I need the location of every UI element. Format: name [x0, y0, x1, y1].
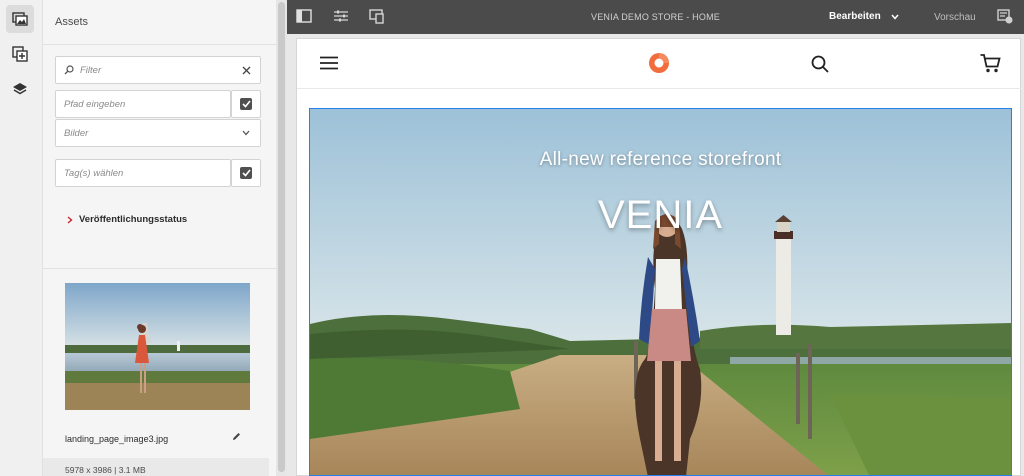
publish-status-label: Veröffentlichungsstatus	[79, 214, 188, 225]
page-title: VENIA DEMO STORE - HOME	[591, 12, 720, 22]
tags-browse-button[interactable]	[231, 159, 261, 187]
asset-name: landing_page_image3.jpg	[65, 434, 169, 444]
assets-panel: Assets Filter Pfad eingeben Bilder Tag(s…	[43, 0, 277, 476]
editor-toolbar: VENIA DEMO STORE - HOME Bearbeiten Vorsc…	[287, 0, 1024, 34]
divider	[43, 44, 277, 45]
checkbox-icon	[240, 98, 252, 110]
annotations-icon[interactable]	[997, 9, 1013, 27]
close-icon[interactable]	[242, 66, 251, 75]
cart-icon[interactable]	[980, 54, 1001, 76]
divider	[43, 268, 277, 269]
panel-title: Assets	[55, 16, 89, 28]
checkbox-icon	[240, 167, 252, 179]
chevron-down-icon	[891, 14, 899, 20]
asset-thumbnail[interactable]	[65, 283, 250, 410]
search-icon	[64, 65, 74, 75]
path-input[interactable]: Pfad eingeben	[55, 90, 231, 118]
assets-icon[interactable]	[6, 5, 34, 33]
asset-type-select[interactable]: Bilder	[55, 119, 261, 147]
hero-banner[interactable]: All-new reference storefront VENIA	[309, 108, 1012, 476]
store-header	[297, 39, 1022, 89]
venia-logo-icon[interactable]	[648, 52, 670, 77]
hero-title: VENIA	[597, 193, 724, 237]
hero-subtitle: All-new reference storefront	[539, 149, 782, 170]
editor-canvas: All-new reference storefront VENIA	[287, 34, 1024, 476]
left-rail	[0, 0, 43, 476]
hamburger-menu-icon[interactable]	[320, 56, 338, 73]
filter-placeholder: Filter	[80, 64, 102, 76]
scrollbar-thumb[interactable]	[278, 2, 285, 472]
pencil-icon[interactable]	[232, 432, 241, 444]
chevron-right-icon	[67, 215, 73, 224]
search-icon[interactable]	[811, 55, 829, 76]
preview-button[interactable]: Vorschau	[934, 12, 976, 23]
asset-type-value: Bilder	[64, 127, 89, 139]
publish-status-toggle[interactable]: Veröffentlichungsstatus	[67, 214, 187, 225]
store-page: All-new reference storefront VENIA	[296, 38, 1022, 476]
mode-select[interactable]: Bearbeiten	[829, 11, 899, 22]
layers-icon[interactable]	[6, 75, 34, 103]
components-icon[interactable]	[6, 40, 34, 68]
mode-label: Bearbeiten	[829, 11, 881, 22]
tags-placeholder: Tag(s) wählen	[64, 167, 124, 179]
filter-input[interactable]: Filter	[55, 56, 261, 84]
path-browse-button[interactable]	[231, 90, 261, 118]
asset-meta: 5978 x 3986 | 3.1 MB	[65, 465, 146, 475]
panel-scrollbar[interactable]	[276, 0, 287, 476]
tags-input[interactable]: Tag(s) wählen	[55, 159, 231, 187]
chevron-down-icon	[242, 130, 250, 136]
path-placeholder: Pfad eingeben	[64, 98, 126, 110]
